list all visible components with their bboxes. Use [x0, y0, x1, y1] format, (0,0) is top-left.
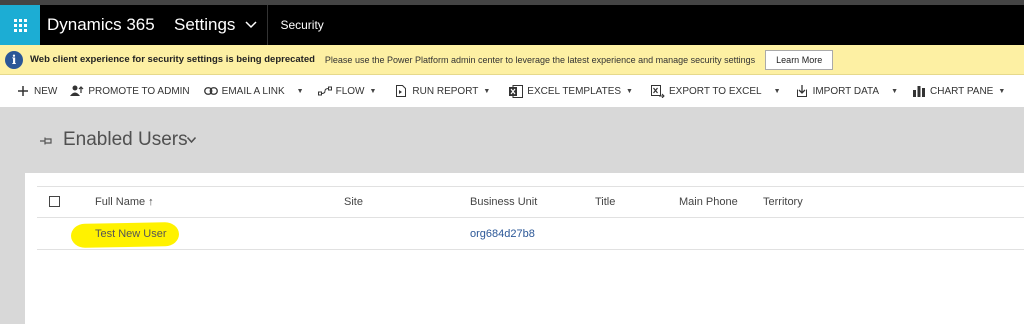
export-excel-icon [650, 84, 665, 98]
column-full-name[interactable]: Full Name ↑ [95, 196, 154, 208]
caret-down-icon: ▼ [626, 87, 633, 95]
command-bar: NEW PROMOTE TO ADMIN EMAIL A LINK ▼ FLOW… [0, 75, 1024, 107]
new-button[interactable]: NEW [16, 75, 57, 107]
subarea-breadcrumb[interactable]: Security [280, 18, 323, 32]
app-launcher-button[interactable] [0, 5, 40, 45]
caret-down-icon: ▼ [296, 87, 304, 95]
excel-icon [509, 84, 524, 98]
excel-templates-button[interactable]: EXCEL TEMPLATES ▼ [509, 75, 633, 107]
plus-icon [16, 84, 30, 98]
chevron-down-icon[interactable] [186, 135, 197, 145]
column-territory[interactable]: Territory [763, 196, 803, 208]
report-icon [394, 84, 408, 98]
email-link-button[interactable]: EMAIL A LINK [203, 75, 285, 107]
import-icon [795, 84, 809, 98]
caret-down-icon: ▼ [891, 87, 898, 95]
promote-label: PROMOTE TO ADMIN [88, 85, 190, 97]
info-icon: i [5, 50, 23, 69]
grid-header-row: Full Name ↑ Site Business Unit Title Mai… [37, 186, 1024, 218]
notice-message: Please use the Power Platform admin cent… [324, 54, 756, 65]
notice-title: Web client experience for security setti… [30, 54, 315, 65]
records-grid: Full Name ↑ Site Business Unit Title Mai… [25, 173, 1024, 324]
flow-button[interactable]: FLOW ▼ [317, 75, 377, 107]
import-data-dropdown[interactable]: ▼ [891, 75, 898, 107]
chart-pane-button[interactable]: CHART PANE ▼ [912, 75, 1005, 107]
chevron-down-icon [245, 19, 257, 31]
flow-label: FLOW [335, 85, 365, 97]
email-link-label: EMAIL A LINK [221, 85, 285, 97]
cell-full-name[interactable]: Test New User [95, 228, 167, 240]
nav-divider [267, 5, 269, 45]
chart-pane-label: CHART PANE [930, 85, 994, 97]
brand-title[interactable]: Dynamics 365 [47, 15, 174, 35]
area-label: Settings [174, 15, 236, 34]
export-to-excel-button[interactable]: EXPORT TO EXCEL [650, 75, 762, 107]
waffle-icon [13, 18, 27, 32]
import-data-button[interactable]: IMPORT DATA [795, 75, 880, 107]
area-selector[interactable]: Settings [174, 15, 257, 35]
cell-business-unit-link[interactable]: org684d27b8 [470, 228, 535, 240]
run-report-button[interactable]: RUN REPORT ▼ [394, 75, 490, 107]
column-site[interactable]: Site [344, 196, 363, 208]
excel-templates-label: EXCEL TEMPLATES [527, 85, 622, 97]
flow-icon [317, 84, 332, 98]
column-title[interactable]: Title [595, 196, 615, 208]
navbar: Dynamics 365 Settings Security [0, 5, 1024, 45]
export-excel-label: EXPORT TO EXCEL [668, 85, 762, 97]
view-header: Enabled Users [0, 107, 1024, 173]
column-business-unit[interactable]: Business Unit [470, 196, 537, 208]
table-row[interactable]: Test New User org684d27b8 [37, 218, 1024, 250]
export-excel-dropdown[interactable]: ▼ [774, 75, 781, 107]
chart-icon [912, 84, 926, 98]
column-main-phone[interactable]: Main Phone [679, 196, 738, 208]
run-report-label: RUN REPORT [412, 85, 479, 97]
pin-icon[interactable] [40, 135, 54, 149]
caret-down-icon: ▼ [998, 87, 1006, 95]
view-selector[interactable]: Enabled Users [63, 129, 188, 151]
caret-down-icon: ▼ [773, 87, 781, 95]
promote-to-admin-button[interactable]: PROMOTE TO ADMIN [70, 75, 190, 107]
caret-down-icon: ▼ [369, 87, 377, 95]
select-all-checkbox[interactable] [49, 196, 60, 207]
promote-user-icon [70, 84, 84, 98]
deprecation-notice: i Web client experience for security set… [0, 45, 1024, 75]
new-label: NEW [34, 85, 58, 97]
import-data-label: IMPORT DATA [812, 85, 880, 97]
link-icon [203, 84, 218, 98]
learn-more-button[interactable]: Learn More [765, 49, 834, 70]
email-link-dropdown[interactable]: ▼ [297, 75, 304, 107]
caret-down-icon: ▼ [483, 87, 491, 95]
